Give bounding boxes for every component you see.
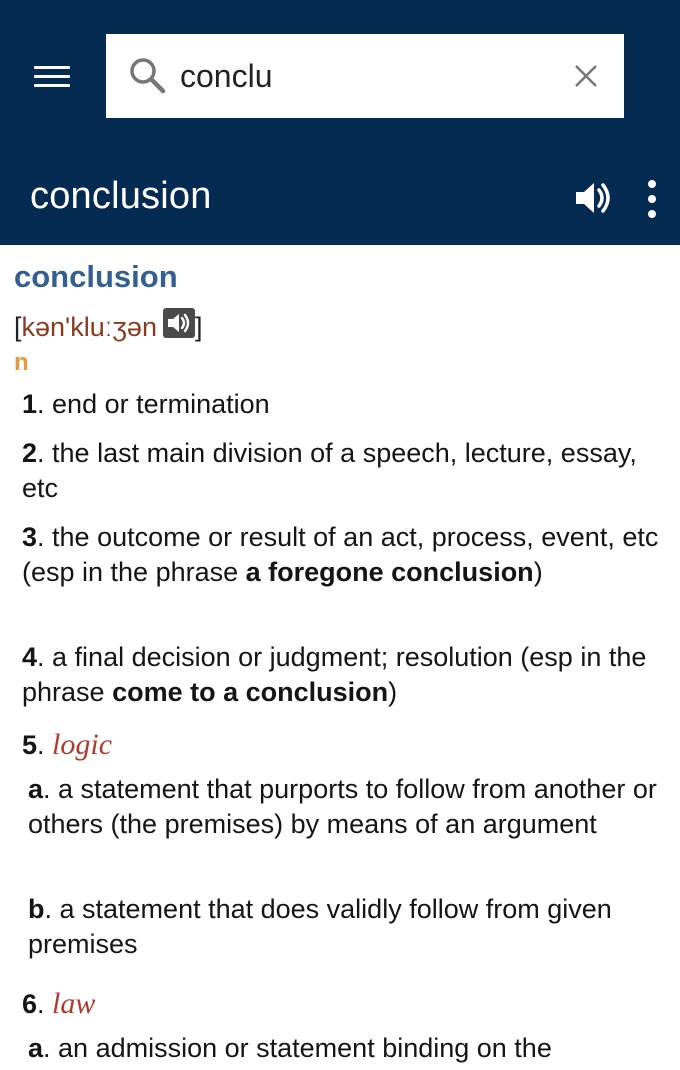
phrase-link: come to a conclusion — [112, 677, 389, 707]
sense-5: 5. logic — [22, 728, 113, 761]
more-vert-icon[interactable] — [640, 178, 664, 220]
subsense-5a: a. a statement that purports to follow f… — [28, 774, 657, 839]
pronunciation-ipa: kən'kluːʒən — [21, 312, 157, 342]
entry-headword: conclusion — [14, 259, 178, 294]
pronunciation-audio-icon[interactable] — [162, 308, 195, 338]
sense-6: 6. law — [22, 987, 96, 1020]
search-icon — [130, 58, 166, 94]
speaker-icon[interactable] — [572, 176, 616, 220]
menu-icon[interactable] — [30, 62, 74, 92]
field-label: logic — [52, 728, 113, 761]
subsense-6a: a. an admission or statement binding on … — [28, 1033, 552, 1063]
header-headword: conclusion — [30, 175, 212, 217]
search-box[interactable] — [106, 34, 624, 118]
sense-4: 4. a final decision or judgment; resolut… — [22, 642, 647, 707]
sense-3: 3. the outcome or result of an act, proc… — [22, 522, 659, 587]
field-label: law — [52, 987, 96, 1020]
close-icon[interactable] — [572, 62, 600, 90]
pronunciation: [kən'kluːʒən ] — [14, 308, 202, 343]
phrase-link: a foregone conclusion — [245, 557, 534, 587]
sense-2: 2. the last main division of a speech, l… — [22, 438, 637, 503]
subsense-5b: b. a statement that does validly follow … — [28, 894, 612, 959]
term-link: premises — [164, 809, 275, 839]
part-of-speech: n — [14, 349, 29, 376]
app-bar: conclusion — [0, 0, 680, 245]
sense-1: 1. end or termination — [22, 389, 270, 419]
search-input[interactable] — [180, 52, 550, 100]
